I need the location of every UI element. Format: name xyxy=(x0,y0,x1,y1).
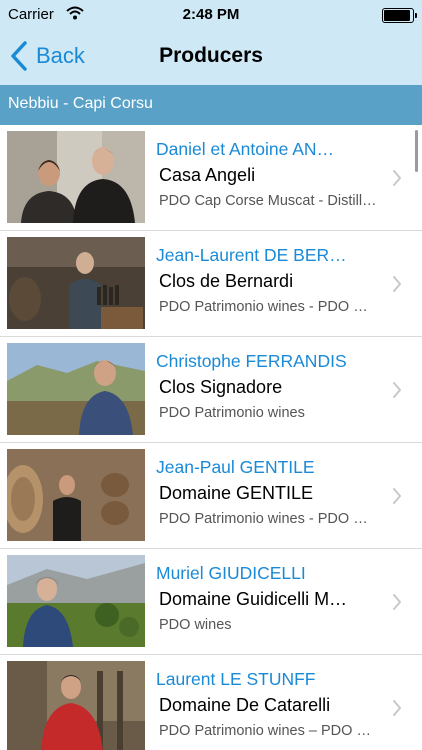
chevron-right-icon xyxy=(393,170,401,186)
producer-row[interactable]: Laurent LE STUNFF Domaine De Catarelli P… xyxy=(0,655,422,750)
estate-name: Domaine De Catarelli xyxy=(159,695,331,715)
producer-photo xyxy=(7,449,145,541)
section-title: Nebbiu - Capi Corsu xyxy=(8,95,153,112)
producer-name: Christophe FERRANDIS xyxy=(156,351,347,371)
estate-name: Casa Angeli xyxy=(159,165,256,185)
estate-name: Domaine GENTILE xyxy=(159,483,314,503)
appellation-label: PDO Patrimonio wines - PDO C… xyxy=(159,299,377,315)
producer-row[interactable]: Jean-Laurent DE BER… Clos de Bernardi PD… xyxy=(0,231,422,337)
appellation-label: PDO Cap Corse Muscat - Distillery xyxy=(159,193,377,209)
navigation-bar: Back Producers xyxy=(0,30,422,85)
producer-name: Jean-Paul GENTILE xyxy=(156,457,315,477)
producer-name: Laurent LE STUNFF xyxy=(156,669,316,689)
appellation-label: PDO Patrimonio wines xyxy=(159,405,305,421)
producer-photo xyxy=(7,343,145,435)
chevron-right-icon xyxy=(393,382,401,398)
estate-name: Clos de Bernardi xyxy=(159,271,294,291)
chevron-right-icon xyxy=(393,276,401,292)
producer-photo xyxy=(7,131,145,223)
estate-name: Domaine Guidicelli M… xyxy=(159,589,348,609)
chevron-right-icon xyxy=(393,594,401,610)
producer-name: Daniel et Antoine AN… xyxy=(156,139,335,159)
producer-row[interactable]: Christophe FERRANDIS Clos Signadore PDO … xyxy=(0,337,422,443)
chevron-right-icon xyxy=(393,700,401,716)
status-bar: Carrier 2:48 PM xyxy=(0,0,422,30)
appellation-label: PDO Patrimonio wines – PDO C… xyxy=(159,723,377,739)
producer-photo xyxy=(7,661,145,750)
appellation-label: PDO Patrimonio wines - PDO C… xyxy=(159,511,377,527)
producer-list[interactable]: Daniel et Antoine AN… Casa Angeli PDO Ca… xyxy=(0,125,422,750)
estate-name: Clos Signadore xyxy=(159,377,283,397)
section-header: Nebbiu - Capi Corsu xyxy=(0,85,422,125)
producer-row[interactable]: Muriel GIUDICELLI Domaine Guidicelli M… … xyxy=(0,549,422,655)
appellation-label: PDO wines xyxy=(159,617,232,633)
producer-photo xyxy=(7,555,145,647)
producer-name: Jean-Laurent DE BER… xyxy=(156,245,347,265)
clock: 2:48 PM xyxy=(182,6,240,23)
producer-row[interactable]: Daniel et Antoine AN… Casa Angeli PDO Ca… xyxy=(0,125,422,231)
chevron-right-icon xyxy=(393,488,401,504)
producer-name: Muriel GIUDICELLI xyxy=(156,563,306,583)
battery-icon xyxy=(382,8,417,23)
page-title: Producers xyxy=(159,44,263,67)
producer-photo xyxy=(7,237,145,329)
producer-row[interactable]: Jean-Paul GENTILE Domaine GENTILE PDO Pa… xyxy=(0,443,422,549)
scroll-indicator[interactable] xyxy=(415,130,418,172)
